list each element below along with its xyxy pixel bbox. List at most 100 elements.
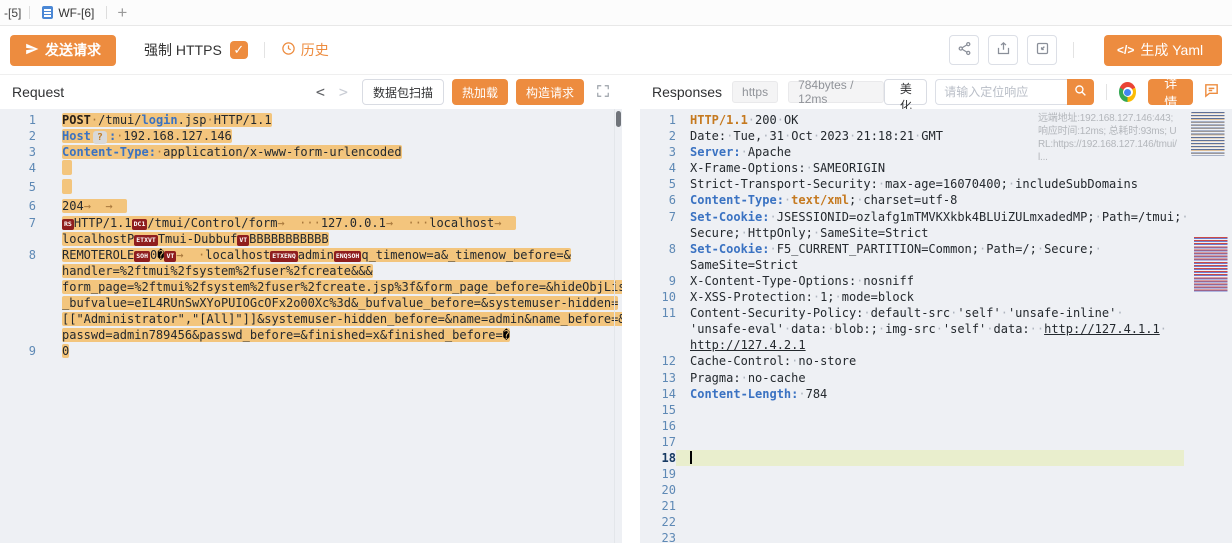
code-line: 19 (640, 466, 1232, 482)
line-number: 10 (640, 289, 676, 305)
line-number: 11 (640, 305, 676, 321)
line-number (640, 257, 676, 273)
line-number: 9 (0, 343, 36, 359)
tab-wf-6[interactable]: WF-[6] (30, 0, 106, 25)
tab-5[interactable]: -[5] (0, 0, 29, 25)
new-tab-button[interactable]: + (107, 3, 137, 23)
responses-panel: Responses https 784bytes / 12ms 美化 详情 (640, 75, 1232, 543)
request-title: Request (12, 84, 64, 100)
control-char-badge: VT (237, 235, 249, 246)
line-number (0, 295, 36, 311)
code-line: 6204→ → (0, 198, 622, 214)
control-char-badge: SOH (134, 251, 150, 262)
text-cursor (690, 451, 692, 464)
line-number: 6 (640, 192, 676, 208)
code-line: 9X-Content-Type-Options:·nosniff (640, 273, 1232, 289)
code-line: 'unsafe-eval'·data:·blob:;·img-src·'self… (640, 321, 1232, 337)
code-icon: </> (1117, 43, 1134, 57)
protocol-badge: https (732, 81, 778, 103)
code-line: SameSite=Strict (640, 257, 1232, 273)
export-icon (996, 41, 1011, 59)
line-number: 8 (0, 247, 36, 263)
fullscreen-icon[interactable] (596, 84, 610, 101)
line-number: 5 (640, 176, 676, 192)
line-number: 21 (640, 498, 676, 514)
response-search (935, 79, 1094, 105)
line-number: 4 (0, 160, 36, 179)
response-meta-info: 远端地址:192.168.127.146:443; 响应时间:12ms; 总耗时… (1038, 112, 1180, 164)
next-request-button[interactable]: > (339, 83, 348, 101)
line-number: 12 (640, 353, 676, 369)
line-number: 7 (640, 209, 676, 225)
fuzz-helper-badge[interactable]: ? (93, 131, 107, 144)
line-number: 20 (640, 482, 676, 498)
export-button[interactable] (988, 35, 1018, 65)
generate-yaml-label: 生成 Yaml (1140, 40, 1203, 60)
request-editor[interactable]: 1POST·/tmui/login.jsp·HTTP/1.12Host?:·19… (0, 109, 622, 543)
compose-button[interactable] (1027, 35, 1057, 65)
force-https-checkbox[interactable]: ✓ (230, 41, 248, 59)
code-line: _bufvalue=eIL4RUnSwXYoPUIOGcOFx2o00Xc%3d… (0, 295, 622, 311)
chrome-icon[interactable] (1119, 82, 1136, 102)
line-number: 1 (0, 112, 36, 128)
code-line: 15 (640, 402, 1232, 418)
line-number: 2 (0, 128, 36, 144)
prev-request-button[interactable]: < (316, 83, 325, 101)
line-number: 6 (0, 198, 36, 214)
code-line: 90 (0, 343, 622, 359)
force-https-control: 强制 HTTPS ✓ (144, 40, 248, 60)
detail-button[interactable]: 详情 (1148, 79, 1193, 105)
request-header: Request < > 数据包扫描 热加载 构造请求 (0, 75, 622, 109)
packet-scan-button[interactable]: 数据包扫描 (362, 79, 444, 105)
code-line: 17 (640, 434, 1232, 450)
minimap-headers-block (1191, 112, 1229, 156)
code-line: Secure;·HttpOnly;·SameSite=Strict (640, 225, 1232, 241)
size-time-badge: 784bytes / 12ms (788, 81, 884, 103)
search-button[interactable] (1067, 79, 1094, 105)
line-number: 15 (640, 402, 676, 418)
share-icon (957, 41, 972, 59)
minimap[interactable] (1188, 109, 1232, 543)
code-line: handler=%2ftmui%2fsystem%2fuser%2fcreate… (0, 263, 622, 279)
code-line: 11Content-Security-Policy:·default-src·'… (640, 305, 1232, 321)
line-number (640, 321, 676, 337)
generate-yaml-button[interactable]: </> 生成 Yaml (1104, 35, 1222, 66)
code-line: 8REMOTEROLESOH0�VT→ ·localhostETXENQadmi… (0, 247, 622, 263)
beautify-button[interactable]: 美化 (884, 79, 927, 105)
line-number (0, 263, 36, 279)
construct-request-button[interactable]: 构造请求 (516, 79, 584, 105)
line-number (0, 279, 36, 295)
code-line: 7Set-Cookie:·JSESSIONID=ozlafg1mTMVKXkbk… (640, 209, 1232, 225)
code-line: 20 (640, 482, 1232, 498)
control-char-badge: RS (62, 219, 74, 230)
request-editor-edge (614, 109, 615, 543)
panel-splitter[interactable] (622, 75, 640, 543)
paper-plane-icon (25, 42, 39, 59)
line-number: 18 (640, 450, 676, 466)
hot-reload-button[interactable]: 热加载 (452, 79, 508, 105)
code-line: 8Set-Cookie:·F5_CURRENT_PARTITION=Common… (640, 241, 1232, 257)
line-number: 13 (640, 370, 676, 386)
responses-header: Responses https 784bytes / 12ms 美化 详情 (640, 75, 1232, 109)
code-line: 2Host?:·192.168.127.146 (0, 128, 622, 144)
line-number (0, 231, 36, 247)
line-number: 16 (640, 418, 676, 434)
code-line: 22 (640, 514, 1232, 530)
code-line: 5Strict-Transport-Security:·max-age=1607… (640, 176, 1232, 192)
code-line: 18 (640, 450, 1232, 466)
history-button[interactable]: 历史 (281, 40, 329, 60)
line-number: 14 (640, 386, 676, 402)
request-scrollbar-thumb[interactable] (616, 111, 621, 127)
send-request-button[interactable]: 发送请求 (10, 35, 116, 66)
feedback-icon[interactable] (1203, 82, 1220, 102)
clock-icon (281, 41, 296, 59)
response-search-input[interactable] (935, 79, 1067, 105)
line-number: 3 (640, 144, 676, 160)
share-button[interactable] (949, 35, 979, 65)
code-line: passwd=admin789456&passwd_before=&finish… (0, 327, 622, 343)
control-char-badge: ETXVT (134, 235, 158, 246)
control-char-badge: ENQSOH (334, 251, 361, 262)
response-editor[interactable]: 远端地址:192.168.127.146:443; 响应时间:12ms; 总耗时… (640, 109, 1232, 543)
header-divider (1106, 84, 1107, 100)
tab-wf-6-label: WF-[6] (58, 6, 94, 20)
